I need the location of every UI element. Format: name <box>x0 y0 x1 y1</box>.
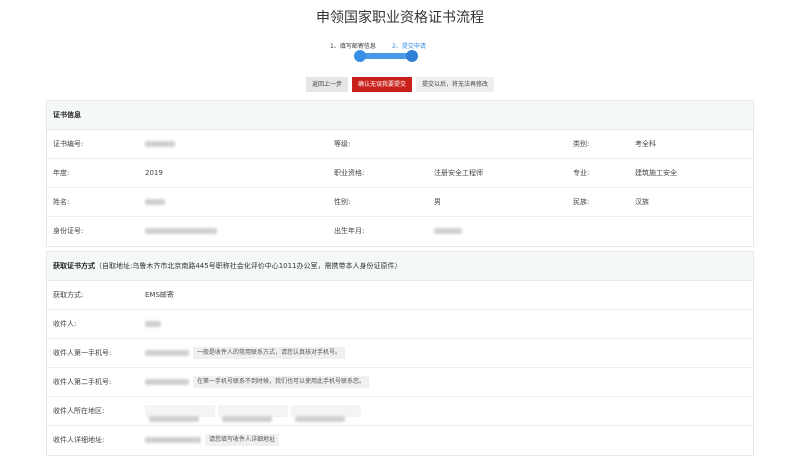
step-dot-2 <box>406 50 418 62</box>
birth-date-label: 出生年月: <box>334 227 365 235</box>
phone1-label: 收件人第一手机号: <box>53 349 112 357</box>
page-title: 申领国家职业资格证书流程 <box>316 10 484 26</box>
table-row: 姓名: 性别: 男 民族: 汉族 <box>47 188 753 217</box>
name-label: 姓名: <box>53 198 70 206</box>
address-label: 收件人详细地址: <box>53 436 105 444</box>
table-row: 年度: 2019 职业资格: 注册安全工程师 专业: 建筑施工安全 <box>47 159 753 188</box>
level-label: 等级: <box>334 140 351 148</box>
pickup-address-note: （自取地址:乌鲁木齐市北京南路445号职称社会化评价中心1011办公室，需携带本… <box>95 262 402 270</box>
category-label: 类别: <box>573 140 590 148</box>
recipient-value-redacted <box>145 310 161 339</box>
specialty-label: 专业: <box>573 169 590 177</box>
category-value: 考全科 <box>635 140 656 148</box>
certificate-info-panel: 证书信息 证书编号: 等级: 类别: 考全科 年度: 2019 职业资格: 注册… <box>46 100 754 247</box>
year-value: 2019 <box>145 169 163 177</box>
table-row: 收件人第二手机号: 在第一手机号联系不到时候，我们也可以使用此手机号联系您。 <box>47 368 753 397</box>
step-dot-1 <box>354 50 366 62</box>
back-button[interactable]: 返回上一步 <box>306 77 349 92</box>
recipient-label: 收件人: <box>53 320 77 328</box>
id-number-label: 身份证号: <box>53 227 84 235</box>
table-row: 收件人第一手机号: 一般是收件人的常用联系方式，请您认真核对手机号。 <box>47 339 753 368</box>
step-label-fill-info: 1、填写邮寄信息 <box>330 43 376 50</box>
step-label-submit: 2、提交申请 <box>392 43 426 50</box>
name-value-redacted <box>145 188 165 217</box>
table-row: 收件人所在地区: <box>47 397 753 426</box>
table-row: 身份证号: 出生年月: <box>47 217 753 246</box>
phone2-value: 在第一手机号联系不到时候，我们也可以使用此手机号联系您。 <box>145 368 370 397</box>
table-row: 证书编号: 等级: 类别: 考全科 <box>47 130 753 159</box>
ethnicity-value: 汉族 <box>635 198 649 206</box>
qualification-value: 注册安全工程师 <box>434 169 483 177</box>
region-label: 收件人所在地区: <box>53 407 105 415</box>
birth-date-value-redacted <box>434 217 462 246</box>
phone2-hint: 在第一手机号联系不到时候，我们也可以使用此手机号联系您。 <box>193 376 370 388</box>
cert-number-label: 证书编号: <box>53 140 84 148</box>
phone2-label: 收件人第二手机号: <box>53 378 112 386</box>
delivery-method-header: 获取证书方式（自取地址:乌鲁木齐市北京南路445号职称社会化评价中心1011办公… <box>47 252 753 281</box>
table-row: 获取方式: EMS邮寄 <box>47 281 753 310</box>
phone1-hint: 一般是收件人的常用联系方式，请您认真核对手机号。 <box>193 347 346 359</box>
province-select[interactable] <box>145 405 215 422</box>
table-row: 收件人详细地址: 请您填写收件人详细地址 <box>47 426 753 455</box>
gender-value: 男 <box>434 198 441 206</box>
delivery-method-value: EMS邮寄 <box>145 291 174 299</box>
qualification-label: 职业资格: <box>334 169 365 177</box>
ethnicity-label: 民族: <box>573 198 590 206</box>
address-value: 请您填写收件人详细地址 <box>145 426 280 455</box>
year-label: 年度: <box>53 169 70 177</box>
region-value-redacted <box>145 397 364 426</box>
delivery-method-label: 获取方式: <box>53 291 84 299</box>
table-row: 收件人: <box>47 310 753 339</box>
delivery-method-panel: 获取证书方式（自取地址:乌鲁木齐市北京南路445号职称社会化评价中心1011办公… <box>46 251 754 456</box>
phone1-redacted <box>145 350 189 356</box>
certificate-info-header: 证书信息 <box>47 101 753 130</box>
delivery-method-title: 获取证书方式 <box>53 262 95 270</box>
action-bar: 返回上一步 确认无误我要提交 提交以后，将无法再修改 <box>306 77 495 92</box>
gender-label: 性别: <box>334 198 351 206</box>
phone2-redacted <box>145 379 189 385</box>
city-select[interactable] <box>218 405 288 422</box>
cert-number-value-redacted <box>145 130 175 159</box>
id-number-value-redacted <box>145 217 217 246</box>
address-redacted <box>145 437 201 443</box>
submit-warning-note: 提交以后，将无法再修改 <box>416 77 495 92</box>
address-hint: 请您填写收件人详细地址 <box>205 434 280 446</box>
confirm-submit-button[interactable]: 确认无误我要提交 <box>352 77 413 92</box>
specialty-value: 建筑施工安全 <box>635 169 677 177</box>
district-select[interactable] <box>291 405 361 422</box>
phone1-value: 一般是收件人的常用联系方式，请您认真核对手机号。 <box>145 339 346 368</box>
